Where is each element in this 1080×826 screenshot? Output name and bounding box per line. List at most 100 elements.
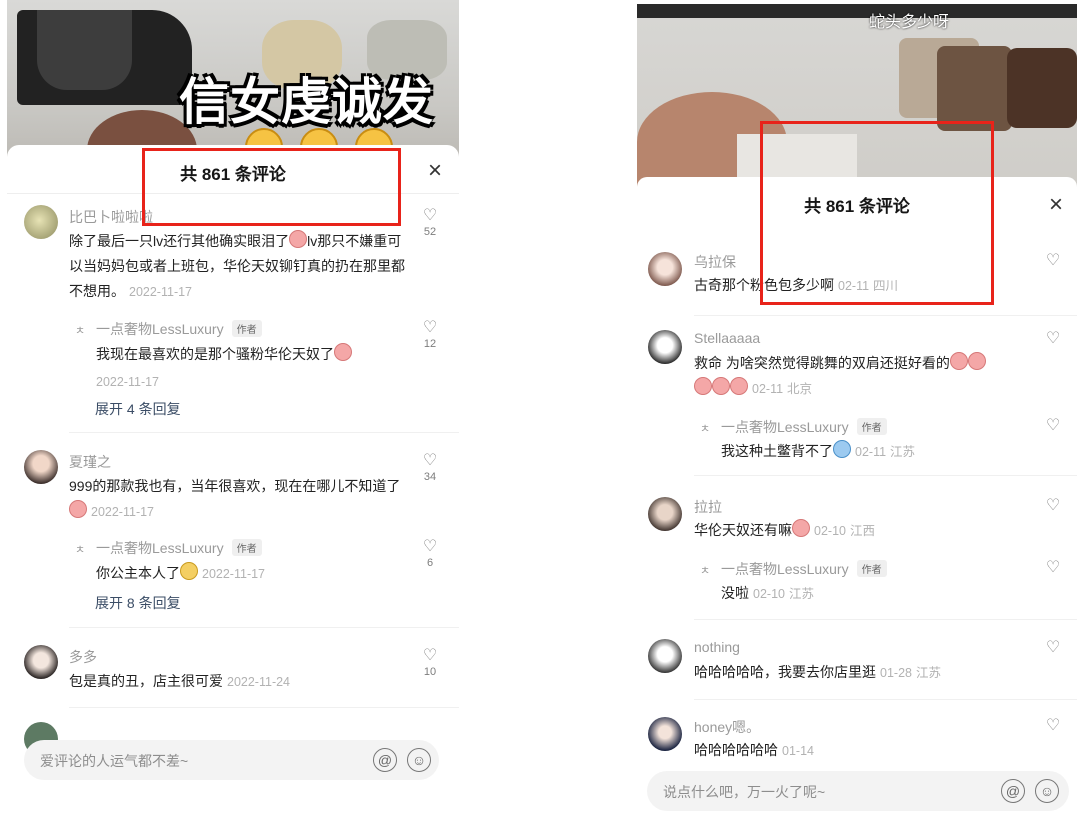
reply-date-text: 02-11 — [855, 445, 887, 459]
expand-replies-link[interactable]: 展开 4 条回复 — [95, 399, 181, 419]
emoji-icon — [180, 562, 198, 580]
reply-text-part: 我现在最喜欢的是那个骚粉华伦天奴了 — [96, 346, 334, 362]
comment-location: 江西 — [849, 524, 875, 538]
emoji-picker-icon[interactable]: ☺ — [407, 748, 431, 772]
reply-date: 2022-11-17 — [96, 369, 159, 395]
reply-text: 我现在最喜欢的是那个骚粉华伦天奴了 — [96, 342, 406, 367]
reply-text-part: 你公主本人了 — [96, 565, 180, 581]
like-button[interactable]: ♡ — [1040, 717, 1066, 735]
dark-cutout — [37, 10, 132, 90]
avatar[interactable] — [648, 252, 682, 286]
emoji-icon — [69, 500, 87, 518]
comment-text: 哈哈哈哈哈，我要去你店里逛 01-28 江苏 — [694, 660, 1024, 686]
emoji-icon — [833, 440, 851, 458]
comment-date: 02-11 — [752, 382, 784, 396]
comment-text-part: 除了最后一只lv还行其他确实眼泪了 — [69, 233, 290, 249]
avatar[interactable] — [24, 645, 58, 679]
reply-date-text: 2022-11-17 — [202, 567, 266, 581]
comment-date: 01-28 — [880, 666, 912, 680]
heart-icon: ♡ — [1045, 497, 1061, 514]
emoji-icon — [289, 230, 308, 248]
like-button[interactable]: ♡ 52 — [417, 207, 443, 239]
comment-input-placeholder: 说点什么吧，万一火了呢~ — [663, 784, 826, 800]
divider — [69, 432, 459, 433]
like-button[interactable]: ♡ 34 — [417, 452, 443, 484]
comment-username[interactable]: Stellaaaaa — [694, 330, 760, 346]
comment-username[interactable]: nothing — [694, 639, 740, 655]
reply-text-part: 我这种土鳖背不了 — [721, 443, 833, 459]
comment-text: 救命 为啥突然觉得跳舞的双肩还挺好看的 02-11 北京 — [694, 351, 1034, 402]
avatar[interactable] — [648, 330, 682, 364]
like-button[interactable]: ♡ — [1040, 417, 1066, 435]
comment-text: 999的那款我也有，当年很喜欢，现在在哪儿不知道了 2022-11-17 — [69, 474, 409, 525]
reply-username-text: 一点奢物LessLuxury — [721, 561, 849, 577]
reply-username[interactable]: 一点奢物LessLuxury 作者 — [721, 417, 887, 437]
comment-sheet: 共 861 条评论 × 比巴卜啦啦啦 除了最后一只lv还行其他确实眼泪了 lv那只… — [7, 145, 459, 826]
like-count: 6 — [426, 557, 434, 569]
comment-text-part: 哈哈哈哈哈，我要去你店里逛 — [694, 664, 876, 680]
reply-username[interactable]: 一点奢物LessLuxury 作者 — [721, 559, 887, 579]
like-button[interactable]: ♡ — [1040, 639, 1066, 657]
expand-replies-link[interactable]: 展开 8 条回复 — [95, 593, 181, 613]
avatar[interactable] — [24, 205, 58, 239]
comment-input[interactable]: 爱评论的人运气都不差~ @ ☺ — [24, 740, 439, 780]
like-button[interactable]: ♡ — [1040, 559, 1066, 577]
like-button[interactable]: ♡ — [1040, 252, 1066, 270]
comment-date: 01-14 — [782, 744, 814, 758]
reply-username-text: 一点奢物LessLuxury — [96, 540, 224, 556]
heart-icon: ♡ — [1045, 330, 1061, 347]
at-mention-icon[interactable]: @ — [373, 748, 397, 772]
annotation-highlight-box — [760, 121, 994, 305]
comment-text-part: 华伦天奴还有嘛 — [694, 522, 792, 538]
comment-date: 02-10 — [814, 524, 846, 538]
comment-username[interactable]: 比巴卜啦啦啦 — [69, 207, 153, 227]
avatar[interactable] — [648, 639, 682, 673]
close-icon[interactable]: × — [1049, 193, 1063, 217]
heart-icon: ♡ — [422, 538, 438, 555]
close-icon[interactable]: × — [428, 159, 442, 183]
avatar[interactable] — [24, 450, 58, 484]
comment-username[interactable]: honey嗯。 — [694, 717, 760, 737]
author-badge: 作者 — [231, 320, 262, 337]
video-caption: 蛇头多少呀 — [869, 12, 950, 31]
comment-text: 华伦天奴还有嘛 02-10 江西 — [694, 518, 1024, 544]
reply-text-part: 没啦 — [721, 585, 749, 601]
reply-username[interactable]: 一点奢物LessLuxury 作者 — [96, 319, 262, 339]
reply-marker-icon: ㅊ — [700, 565, 711, 577]
heart-icon: ♡ — [422, 207, 438, 224]
heart-icon: ♡ — [422, 647, 438, 664]
like-button[interactable]: ♡ 12 — [417, 319, 443, 351]
heart-icon: ♡ — [422, 452, 438, 469]
like-count: 52 — [423, 226, 437, 238]
comment-text-part: 包是真的丑，店主很可爱 — [69, 673, 223, 689]
heart-icon: ♡ — [1045, 559, 1061, 576]
reply-date-text: 2022-11-17 — [96, 375, 160, 389]
emoji-icon — [712, 377, 730, 395]
reply-username[interactable]: 一点奢物LessLuxury 作者 — [96, 538, 262, 558]
reply-location: 江苏 — [890, 445, 916, 459]
comment-username[interactable]: 乌拉保 — [694, 252, 736, 272]
comment-username[interactable]: 夏瑾之 — [69, 452, 111, 472]
heart-icon: ♡ — [1045, 252, 1061, 269]
emoji-icon — [967, 352, 986, 370]
reply-username-text: 一点奢物LessLuxury — [721, 419, 849, 435]
at-mention-icon[interactable]: @ — [1001, 779, 1025, 803]
emoji-icon — [730, 377, 748, 395]
reply-location: 江苏 — [788, 587, 814, 601]
comment-location: 北京 — [787, 382, 813, 396]
like-button[interactable]: ♡ 10 — [417, 647, 443, 679]
emoji-picker-icon[interactable]: ☺ — [1035, 779, 1059, 803]
comment-username[interactable]: 拉拉 — [694, 497, 722, 517]
comment-input[interactable]: 说点什么吧，万一火了呢~ @ ☺ — [647, 771, 1069, 811]
avatar[interactable] — [648, 497, 682, 531]
divider — [69, 707, 459, 708]
heart-icon: ♡ — [1045, 717, 1061, 734]
comment-date: 2022-11-17 — [91, 505, 155, 519]
like-button[interactable]: ♡ — [1040, 497, 1066, 515]
avatar[interactable] — [648, 717, 682, 751]
comment-username[interactable]: 多多 — [69, 647, 97, 667]
like-button[interactable]: ♡ — [1040, 330, 1066, 348]
heart-icon: ♡ — [1045, 417, 1061, 434]
like-button[interactable]: ♡ 6 — [417, 538, 443, 570]
comment-text: 包是真的丑，店主很可爱 2022-11-24 — [69, 669, 409, 695]
